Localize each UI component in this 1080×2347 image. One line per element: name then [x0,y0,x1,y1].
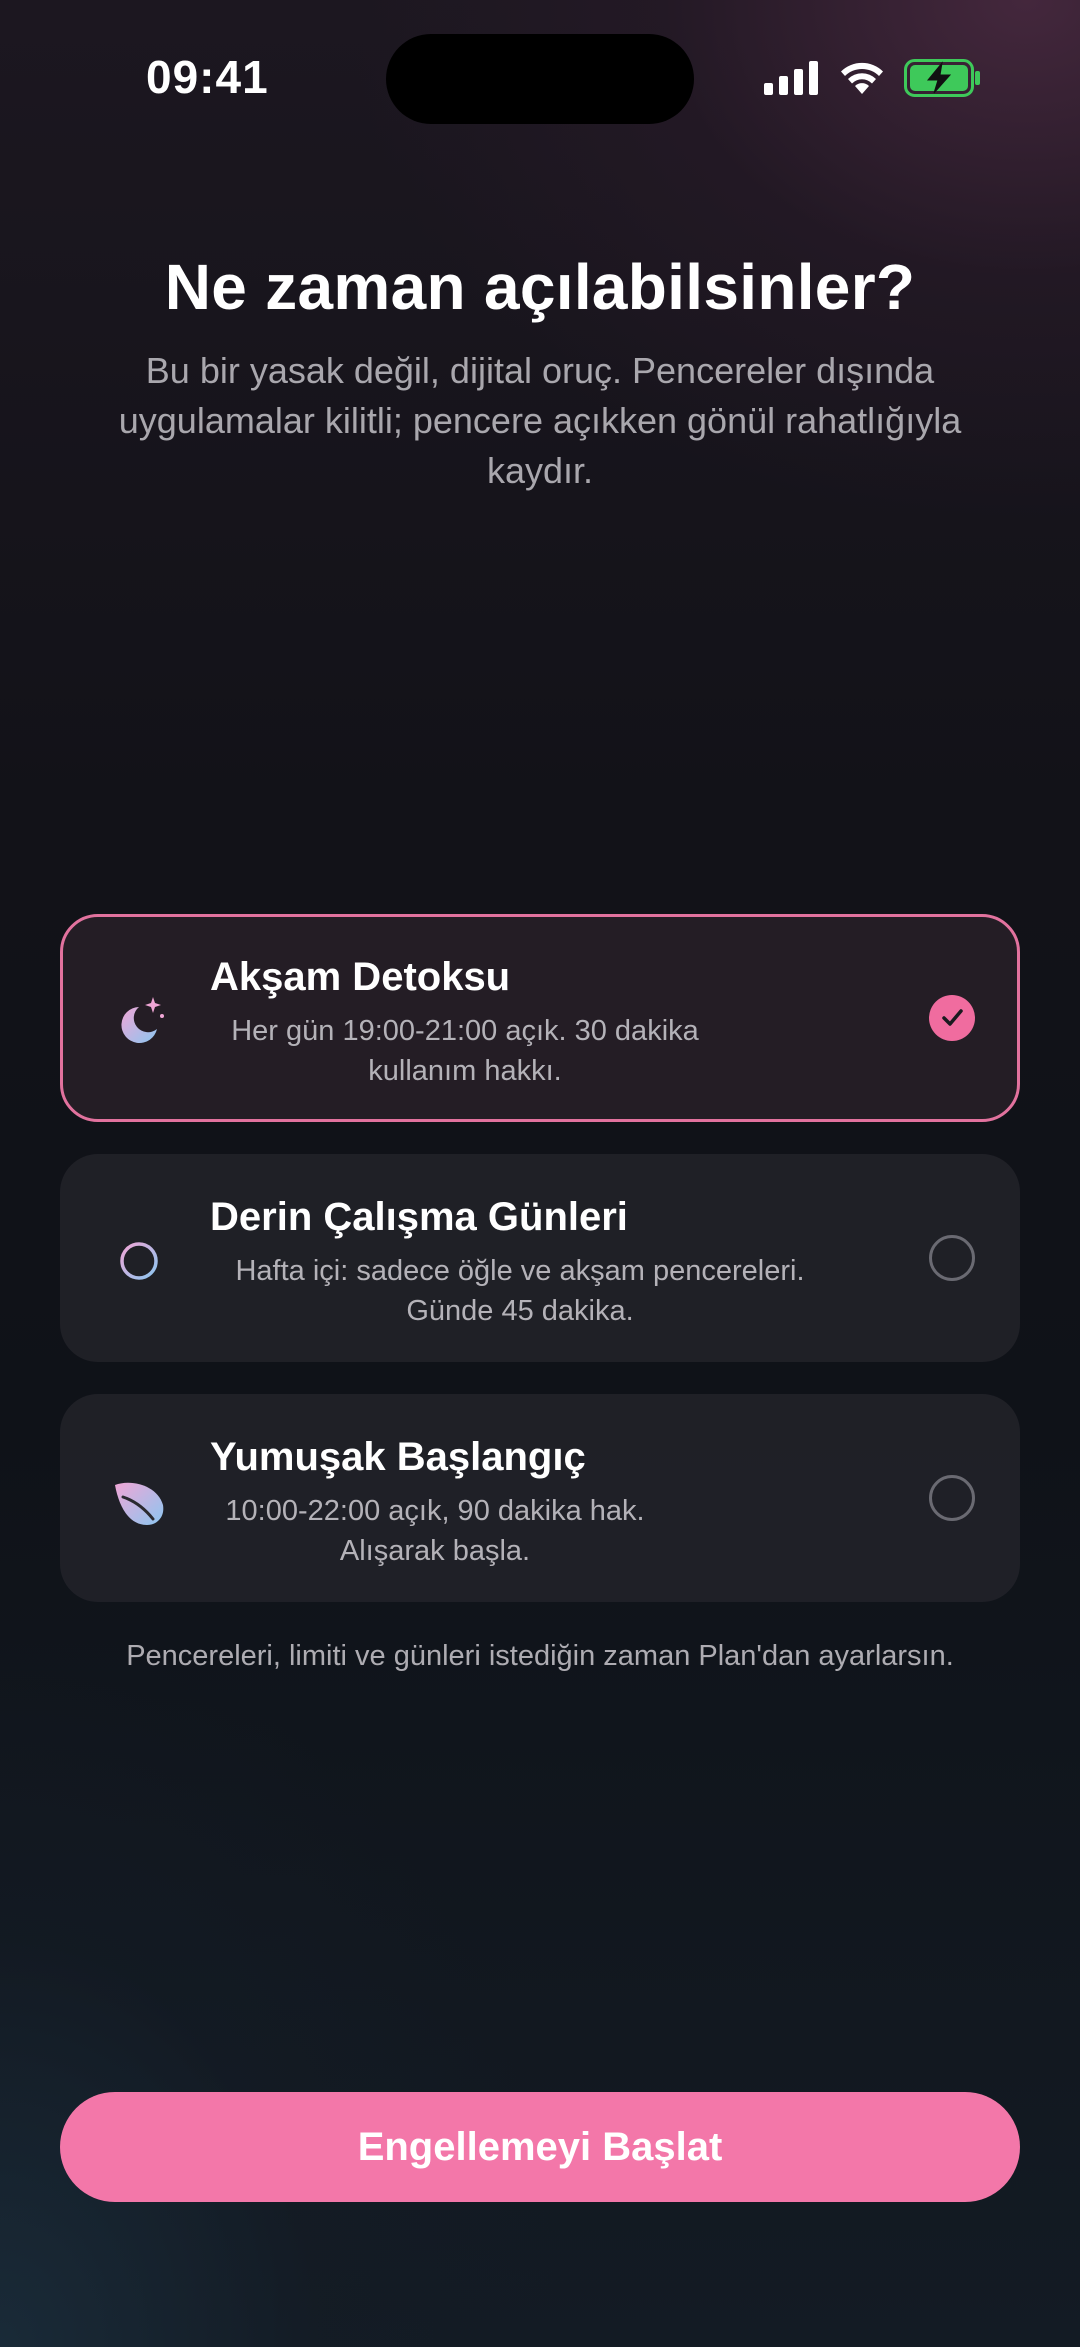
plan-title: Akşam Detoksu [210,955,511,999]
cellular-signal-icon [764,61,818,95]
plan-radio-checked[interactable] [929,995,975,1041]
plan-title: Yumuşak Başlangıç [210,1435,586,1479]
plan-option-derin-calisma-gunleri[interactable]: Derin Çalışma Günleri Hafta içi: sadece … [60,1154,1020,1362]
page-subtitle: Bu bir yasak değil, dijital oruç. Pencer… [118,350,962,491]
status-icons [764,56,982,100]
plan-radio-unchecked[interactable] [929,1475,975,1521]
header: Ne zaman açılabilsinler? Bu bir yasak de… [60,250,1020,496]
plan-radio-unchecked[interactable] [929,1235,975,1281]
wifi-icon [841,62,883,94]
plan-title: Derin Çalışma Günleri [210,1195,628,1239]
battery-charging-icon [904,59,980,97]
moon-sparkle-icon [121,997,164,1043]
crosshair-target-icon [111,1233,167,1289]
status-time: 09:41 [146,51,269,103]
status-bar: 09:41 [0,0,1080,160]
leaf-icon [115,1482,164,1525]
checkmark-icon [942,1009,963,1026]
settings-hint: Pencereleri, limiti ve günleri istediğin… [126,1640,954,1672]
plan-list: Akşam Detoksu Her gün 19:00-21:00 açık. … [60,914,1020,1634]
plan-description: Her gün 19:00-21:00 açık. 30 dakika kull… [231,1015,699,1087]
plan-description: Hafta içi: sadece öğle ve akşam pencerel… [235,1255,805,1327]
plan-option-aksam-detoksu[interactable]: Akşam Detoksu Her gün 19:00-21:00 açık. … [60,914,1020,1122]
plan-option-yumusak-baslangic[interactable]: Yumuşak Başlangıç 10:00-22:00 açık, 90 d… [60,1394,1020,1602]
page-title: Ne zaman açılabilsinler? [164,251,916,323]
dynamic-island [386,34,694,124]
start-blocking-button[interactable]: Engellemeyi Başlat [60,2092,1020,2202]
plan-description: 10:00-22:00 açık, 90 dakika hak. Alışara… [225,1495,645,1567]
